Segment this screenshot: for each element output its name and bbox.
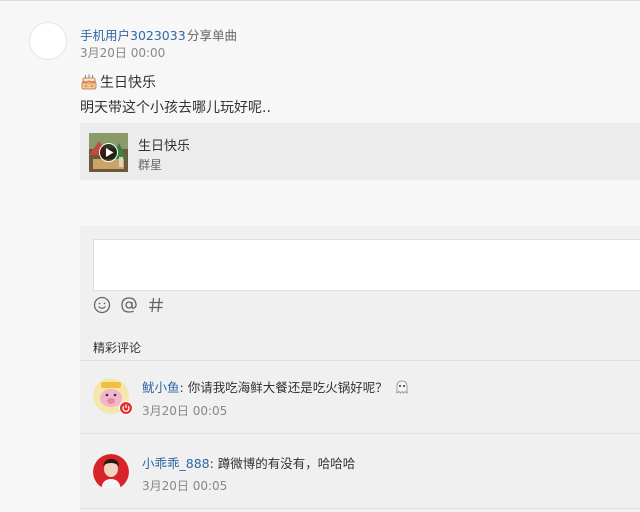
comment-timestamp: 3月20日 00:05: [142, 479, 228, 493]
post-text-line-2: 明天带这个小孩去哪儿玩好呢..: [80, 100, 271, 116]
shared-song-card[interactable]: 生日快乐 群星: [80, 123, 640, 180]
comment-divider: [80, 360, 640, 361]
user-avatar[interactable]: [29, 22, 67, 60]
post-action-label: 分享单曲: [187, 28, 238, 43]
song-title[interactable]: 生日快乐: [138, 135, 190, 154]
play-icon[interactable]: [89, 133, 128, 172]
comment-username[interactable]: 鱿小鱼: [142, 380, 180, 395]
post-username[interactable]: 手机用户3023033: [80, 25, 186, 44]
hot-comments-title: 精彩评论: [93, 341, 142, 355]
post-timestamp: 3月20日 00:00: [80, 46, 166, 60]
comment-username[interactable]: 小乖乖_888: [142, 456, 210, 471]
comment-divider: [80, 508, 640, 509]
birthday-cake-icon: [80, 73, 98, 91]
feed-post: 手机用户3023033 分享单曲 3月20日 00:00 生日快乐 明天带这个小…: [0, 0, 640, 512]
comment-text: 小乖乖_888: 蹲微博的有没有，哈哈哈: [142, 453, 355, 472]
song-artist[interactable]: 群星: [138, 156, 162, 173]
album-cover[interactable]: [89, 133, 128, 172]
comment-body: 你请我吃海鲜大餐还是吃火锅好呢？: [183, 380, 388, 395]
comment-text: 鱿小鱼: 你请我吃海鲜大餐还是吃火锅好呢？: [142, 377, 410, 396]
comment-input[interactable]: [93, 239, 640, 291]
post-text-line-1-text: 生日快乐: [100, 75, 156, 91]
comment-divider: [80, 433, 640, 434]
comment-body: 蹲微博的有没有，哈哈哈: [213, 456, 356, 471]
comment-timestamp: 3月20日 00:05: [142, 404, 228, 418]
post-text-line-1: 生日快乐: [80, 72, 156, 92]
at-icon[interactable]: [120, 296, 138, 319]
emoji-icon[interactable]: [93, 296, 111, 319]
ghost-emoji-icon: [396, 380, 408, 394]
comment-avatar[interactable]: [93, 454, 129, 490]
comment-section: 精彩评论 鱿小鱼: 你请我吃海鲜大餐还是吃火锅好呢？ 3月20日 00:05 小…: [80, 226, 640, 512]
verified-badge-icon: [119, 401, 133, 415]
hashtag-icon[interactable]: [147, 296, 165, 319]
